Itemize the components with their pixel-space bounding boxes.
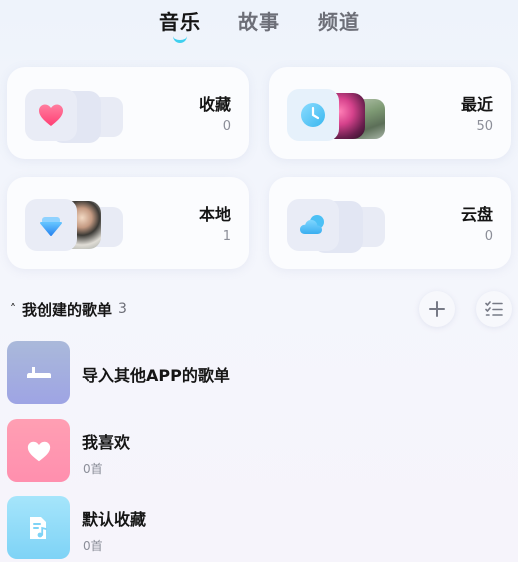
playlist-item-import[interactable]: 导入其他APP的歌单: [7, 341, 517, 405]
cloud-card[interactable]: 云盘 0: [269, 177, 511, 269]
playlist-name: 我喜欢: [82, 433, 131, 452]
tab-channel[interactable]: 频道: [318, 6, 360, 35]
playlist-item-liked[interactable]: 我喜欢 0首: [7, 419, 517, 483]
import-icon: [7, 341, 70, 404]
tab-story[interactable]: 故事: [238, 6, 280, 35]
playlist-song-count: 0首: [83, 539, 103, 553]
cloud-title: 云盘: [460, 205, 493, 224]
playlist-song-count: 0首: [83, 462, 103, 476]
active-tab-indicator: [173, 36, 187, 43]
cloud-count: 0: [484, 229, 493, 244]
tab-music[interactable]: 音乐: [159, 6, 201, 35]
top-tabs: 音乐 故事 频道: [0, 6, 518, 46]
manage-playlists-button[interactable]: [476, 291, 512, 327]
my-playlists-count: 3: [118, 301, 127, 317]
local-title: 本地: [198, 205, 231, 224]
add-playlist-button[interactable]: [419, 291, 455, 327]
music-note-icon: [7, 496, 70, 559]
clock-icon: [287, 89, 339, 141]
recent-count: 50: [476, 119, 493, 134]
plus-icon: [429, 301, 445, 317]
list-check-icon: [485, 301, 503, 316]
recent-card[interactable]: 最近 50: [269, 67, 511, 159]
diamond-icon: [25, 199, 77, 251]
playlist-name: 导入其他APP的歌单: [82, 366, 230, 385]
playlist-name: 默认收藏: [82, 510, 147, 529]
collapse-caret-icon[interactable]: ˄: [10, 302, 16, 316]
my-playlists-header[interactable]: ˄ 我创建的歌单 3: [10, 297, 127, 321]
local-count: 1: [222, 229, 231, 244]
heart-icon: [7, 419, 70, 482]
my-playlists-title: 我创建的歌单: [22, 300, 113, 319]
local-card[interactable]: 本地 1: [7, 177, 249, 269]
heart-icon: [25, 89, 77, 141]
favorites-card[interactable]: 收藏 0: [7, 67, 249, 159]
cloud-icon: [287, 199, 339, 251]
favorites-count: 0: [222, 119, 231, 134]
favorites-title: 收藏: [198, 95, 231, 114]
recent-title: 最近: [460, 95, 493, 114]
playlist-item-default[interactable]: 默认收藏 0首: [7, 496, 517, 560]
